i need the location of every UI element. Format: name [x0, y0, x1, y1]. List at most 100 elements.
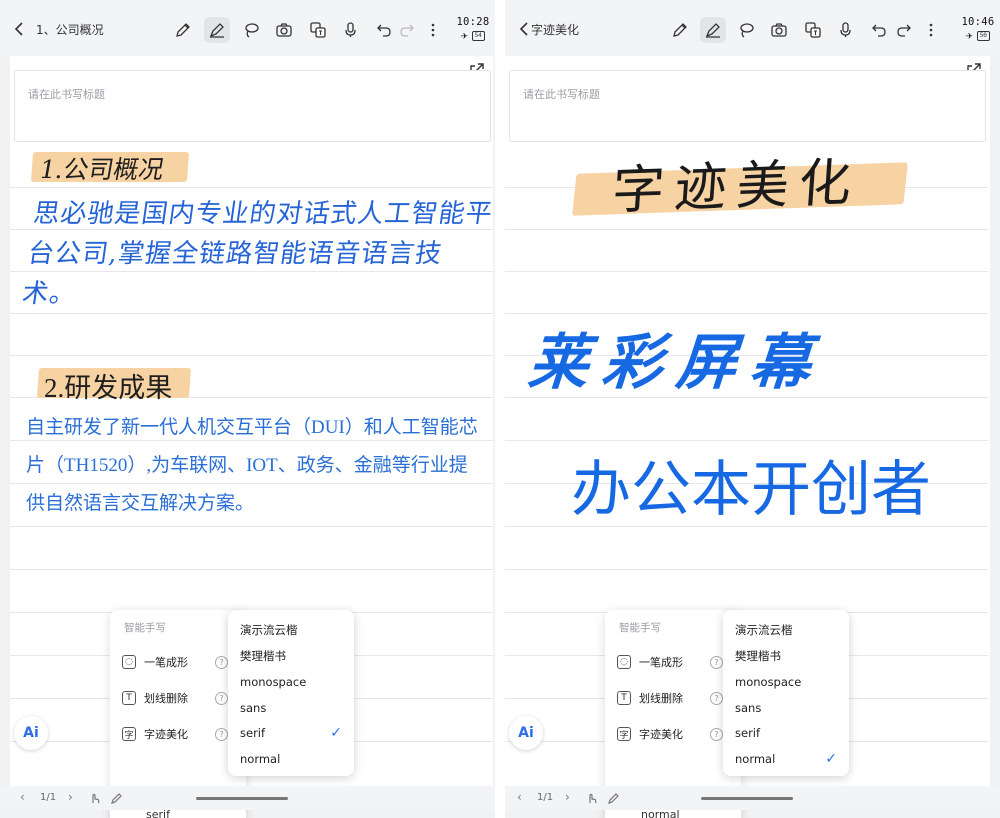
ruled-line [10, 526, 493, 527]
shape-icon: ◌ [122, 655, 136, 669]
battery-indicator: 54 [471, 30, 485, 41]
menu-item-handwriting-beautify[interactable]: 字 字迹美化 ? [122, 722, 240, 746]
ai-assistant-button[interactable]: Ai [509, 716, 543, 750]
title-input-box[interactable]: 请在此书写标题 [14, 70, 491, 142]
help-icon[interactable]: ? [710, 727, 723, 741]
menu-header: 智能手写 [124, 622, 166, 634]
redo-button[interactable] [394, 17, 420, 43]
highlighter-icon [705, 23, 720, 38]
more-options-button[interactable] [420, 17, 446, 43]
pen-mode-icon[interactable] [607, 791, 621, 805]
camera-button[interactable] [766, 17, 792, 43]
font-selection-menu: 演示流云楷 樊理楷书 monospace sans serif ✓ normal [228, 610, 354, 776]
font-option[interactable]: 樊理楷书 [240, 644, 350, 668]
page-indicator: 1/1 [537, 792, 554, 803]
translate-icon [805, 22, 821, 38]
top-toolbar: 字迹美化 10:46 ✈ 50 [505, 0, 1000, 58]
next-page-button[interactable]: › [565, 790, 570, 804]
help-icon[interactable]: ? [710, 691, 723, 705]
help-icon[interactable]: ? [710, 655, 723, 669]
translate-button[interactable] [800, 17, 826, 43]
font-option[interactable]: monospace [240, 670, 350, 694]
camera-icon [771, 23, 787, 37]
back-button[interactable] [8, 18, 30, 40]
font-option[interactable]: 演示流云楷 [735, 618, 845, 642]
bottom-bar: ‹ 1/1 › [0, 786, 495, 810]
highlighter-tool-button[interactable] [204, 17, 230, 43]
camera-icon [276, 23, 292, 37]
chevron-left-icon [14, 22, 23, 36]
translate-button[interactable] [305, 17, 331, 43]
section-heading-2: 2.研发成果 [44, 373, 173, 403]
help-icon[interactable]: ? [215, 727, 228, 741]
font-option[interactable]: sans [735, 696, 845, 720]
translate-icon [310, 22, 326, 38]
font-option[interactable]: 演示流云楷 [240, 618, 350, 642]
menu-item-label: 一笔成形 [639, 656, 683, 669]
more-vertical-icon [929, 23, 933, 37]
beautify-icon: 字 [122, 727, 136, 741]
checkmark-icon: ✓ [825, 751, 837, 767]
handwritten-line: 莱彩屏幕 [521, 328, 841, 398]
pen-tool-button[interactable] [667, 17, 693, 43]
undo-button[interactable] [866, 17, 892, 43]
redo-button[interactable] [891, 17, 917, 43]
menu-item-label: 划线删除 [639, 692, 683, 705]
note-page[interactable]: 请在此书写标题 1.公司概况 思必驰是国内专业的对话式人工智能平台公司,掌握全链… [10, 56, 495, 818]
lasso-tool-button[interactable] [238, 17, 264, 43]
camera-button[interactable] [271, 17, 297, 43]
font-option[interactable]: 樊理楷书 [735, 644, 845, 668]
touch-mode-icon[interactable] [88, 791, 102, 805]
home-indicator[interactable] [701, 797, 793, 800]
font-option[interactable]: normal [240, 747, 350, 771]
redo-icon [400, 24, 414, 37]
menu-header: 智能手写 [619, 622, 661, 634]
chevron-left-icon [519, 22, 528, 36]
undo-icon [872, 24, 886, 37]
handwritten-title: 字迹美化 [610, 152, 864, 222]
help-icon[interactable]: ? [215, 655, 228, 669]
pen-tool-button[interactable] [170, 17, 196, 43]
prev-page-button[interactable]: ‹ [20, 790, 25, 804]
ruled-line [10, 569, 493, 570]
next-page-button[interactable]: › [68, 790, 73, 804]
status-bar: 10:28 ✈ 54 [452, 16, 494, 46]
prev-page-button[interactable]: ‹ [517, 790, 522, 804]
airplane-icon: ✈ [966, 29, 973, 42]
note-title: 1、公司概况 [36, 23, 104, 37]
touch-mode-icon[interactable] [585, 791, 599, 805]
top-toolbar: 1、公司概况 10:28 ✈ 54 [0, 0, 495, 58]
font-option-selected[interactable]: normal ✓ [735, 747, 845, 771]
menu-item-shape-recognition[interactable]: ◌ 一笔成形 ? [122, 650, 240, 674]
ruled-line [10, 187, 493, 188]
help-icon[interactable]: ? [215, 691, 228, 705]
menu-item-label: 划线删除 [144, 692, 188, 705]
voice-input-button[interactable] [833, 17, 859, 43]
font-option[interactable]: serif [735, 721, 845, 745]
beautified-line: 办公本开创者 [571, 455, 931, 525]
title-input-box[interactable]: 请在此书写标题 [509, 70, 986, 142]
home-indicator[interactable] [196, 797, 288, 800]
undo-icon [377, 24, 391, 37]
menu-item-strike-delete[interactable]: T 划线删除 ? [122, 686, 240, 710]
menu-item-handwriting-beautify[interactable]: 字 字迹美化 ? [617, 722, 735, 746]
voice-input-button[interactable] [338, 17, 364, 43]
lasso-tool-button[interactable] [733, 17, 759, 43]
redo-icon [897, 24, 911, 37]
clock: 10:28 [456, 16, 490, 28]
note-page[interactable]: 请在此书写标题 字迹美化 莱彩屏幕 办公本开创者 Ai 智能手写 ◌ 一笔成形 … [505, 56, 990, 818]
title-placeholder: 请在此书写标题 [523, 88, 600, 101]
menu-item-shape-recognition[interactable]: ◌ 一笔成形 ? [617, 650, 735, 674]
handwritten-paragraph: 思必驰是国内专业的对话式人工智能平台公司,掌握全链路智能语音语言技术。 [20, 199, 495, 309]
clock: 10:46 [961, 16, 995, 28]
menu-item-strike-delete[interactable]: T 划线删除 ? [617, 686, 735, 710]
more-options-button[interactable] [918, 17, 944, 43]
microphone-icon [840, 22, 851, 37]
highlighter-tool-button[interactable] [700, 17, 726, 43]
font-option[interactable]: sans [240, 696, 350, 720]
font-option[interactable]: monospace [735, 670, 845, 694]
ai-assistant-button[interactable]: Ai [14, 716, 48, 750]
pen-mode-icon[interactable] [110, 791, 124, 805]
ruled-line [505, 271, 988, 272]
font-option-selected[interactable]: serif ✓ [240, 721, 350, 745]
